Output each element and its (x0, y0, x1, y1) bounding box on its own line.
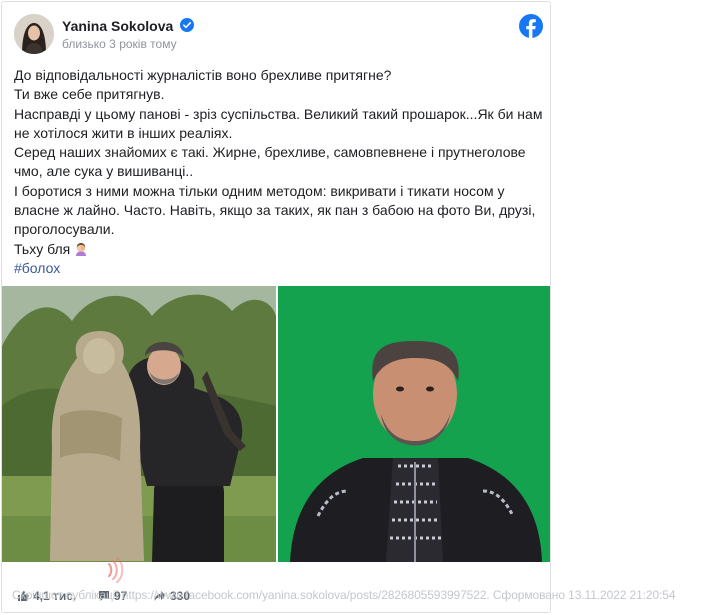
post-header: Yanina Sokolova близько 3 років тому (14, 14, 544, 56)
facebook-logo-icon[interactable] (519, 14, 543, 38)
post-line: Насправді у цьому панові - зріз суспільс… (14, 105, 543, 141)
face-palm-emoji-icon (76, 242, 87, 256)
post-card: Yanina Sokolova близько 3 років тому До … (1, 1, 551, 613)
post-line-last: Тьху бля (14, 240, 544, 259)
photo-man-in-vyshyvanka[interactable] (278, 286, 550, 562)
post-text: До відповідальності журналістів воно бре… (14, 66, 544, 278)
photo-man-with-stone-statue[interactable] (2, 286, 276, 562)
post-last-line-text: Тьху бля (14, 240, 71, 257)
post-hashtag[interactable]: #болох (14, 260, 60, 276)
post-line: І боротися з ними можна тільки одним мет… (14, 182, 536, 238)
post-line: До відповідальності журналістів воно бре… (14, 67, 392, 83)
post-photos (2, 286, 550, 562)
post-line: Ти вже себе притягнув. (14, 86, 165, 103)
screenshot-caption: Скріншот публікації https://www.facebook… (12, 588, 676, 602)
sound-waves-icon (108, 557, 124, 583)
verified-badge-icon (180, 18, 194, 32)
author-name[interactable]: Yanina Sokolova (62, 18, 173, 34)
author-avatar[interactable] (14, 14, 54, 54)
post-timestamp[interactable]: близько 3 років тому (62, 37, 177, 51)
post-line: Серед наших знайомих є такі. Жирне, брех… (14, 144, 526, 180)
